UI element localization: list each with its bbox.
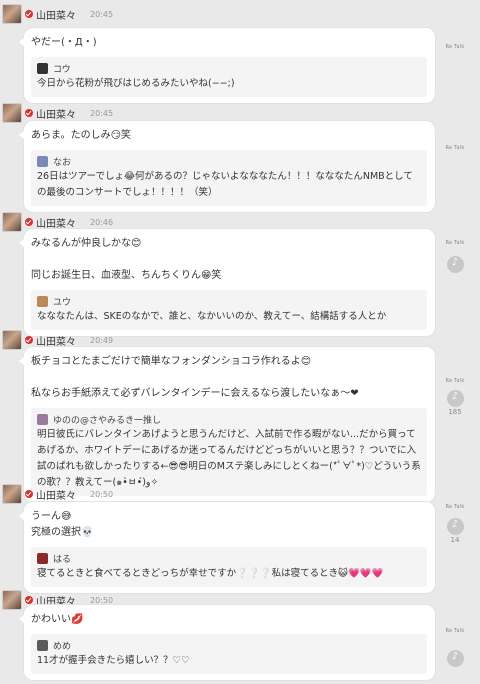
message-text: うーん😅 究極の選択💀 [31, 511, 94, 538]
reply-text: 26日はツアーでしょ😂何があるの？じゃないよなななたん！！！なななたんNMBとし… [37, 171, 413, 198]
reply-avatar [37, 155, 48, 167]
reply-avatar [37, 552, 48, 564]
retalk-button[interactable]: Re Talk [440, 240, 470, 246]
author-name: 山田菜々 [36, 218, 76, 230]
verified-badge-icon [25, 596, 33, 604]
like-count: 14 [450, 536, 460, 544]
reply-user: ユウ [53, 297, 72, 308]
like-icon [446, 390, 464, 407]
like-icon [446, 256, 464, 273]
post-time: 20:46 [90, 217, 114, 227]
reply-text: 明日彼氏にバレンタインあげようと思うんだけど、入試前で作る暇がない...だから買… [37, 429, 421, 488]
verified-badge-icon [25, 218, 33, 226]
like-button[interactable]: 185 [440, 390, 470, 416]
avatar[interactable] [2, 484, 22, 504]
verified-badge-icon [25, 336, 33, 344]
reply-text: 寝てるときと食べてるときどっちが幸せですか❔❔❔私は寝てるとき😺💗💗💗 [37, 568, 384, 579]
reply-text: 今日から花粉が飛びはじめるみたいやね(−−;) [37, 78, 235, 89]
retalk-button[interactable]: Re Talk [440, 44, 470, 50]
retalk-label: Re Talk [445, 378, 465, 384]
quoted-reply: はる 寝てるときと食べてるときどっちが幸せですか❔❔❔私は寝てるとき😺💗💗💗 [31, 547, 427, 587]
author-name: 山田菜々 [36, 336, 76, 348]
message-text: かわいい💋 [31, 614, 84, 625]
like-count: 185 [448, 408, 462, 416]
post-time: 20:50 [90, 489, 114, 499]
message-bubble: かわいい💋 めめ 11才が握手会きたら嬉しい？？♡♡ [19, 605, 435, 680]
avatar[interactable] [2, 330, 22, 350]
retalk-button[interactable]: Re Talk [440, 628, 470, 634]
reply-avatar [37, 639, 48, 651]
retalk-label: Re Talk [445, 44, 465, 50]
reply-user: なお [53, 157, 72, 168]
message-text: やだー(・Д・) [31, 37, 97, 48]
like-button[interactable]: 14 [440, 518, 470, 544]
retalk-button[interactable]: Re Talk [440, 378, 470, 384]
message-text: みなるんが仲良しかな😊 同じお誕生日、血液型、ちんちくりん😁笑 [31, 238, 222, 281]
retalk-label: Re Talk [445, 628, 465, 634]
post-time: 20:50 [90, 595, 114, 605]
like-icon [446, 650, 464, 667]
like-icon [446, 518, 464, 535]
quoted-reply: コウ 今日から花粉が飛びはじめるみたいやね(−−;) [31, 57, 427, 97]
message-bubble: やだー(・Д・) コウ 今日から花粉が飛びはじめるみたいやね(−−;) [19, 28, 435, 103]
avatar[interactable] [2, 4, 22, 24]
reply-avatar [37, 62, 48, 74]
post-time: 20:45 [90, 108, 114, 118]
message-bubble: あらま。たのしみ😏笑 なお 26日はツアーでしょ😂何があるの？じゃないよなななた… [19, 121, 435, 212]
message-text: あらま。たのしみ😏笑 [31, 130, 132, 141]
message-bubble: 板チョコとたまごだけで簡単なフォンダンショコラ作れるよ😊 私ならお手紙添えて必ず… [19, 347, 435, 502]
avatar[interactable] [2, 212, 22, 232]
quoted-reply: なお 26日はツアーでしょ😂何があるの？じゃないよなななたん！！！なななたんNM… [31, 150, 427, 206]
verified-badge-icon [25, 490, 33, 498]
like-button[interactable] [440, 650, 470, 667]
reply-text: 11才が握手会きたら嬉しい？？♡♡ [37, 655, 190, 666]
reply-text: なななたんは、SKEのなかで、誰と、なかいいのか、教えてー、結構話する人とか [37, 311, 387, 322]
reply-user: ゆのの@さやみるき一推し [53, 415, 162, 426]
retalk-button[interactable]: Re Talk [440, 145, 470, 151]
post-header: 山田菜々 20:45 [2, 4, 113, 24]
post-header: 山田菜々 20:45 [2, 103, 113, 123]
message-bubble: みなるんが仲良しかな😊 同じお誕生日、血液型、ちんちくりん😁笑 ユウ なななたん… [19, 229, 435, 336]
quoted-reply: めめ 11才が握手会きたら嬉しい？？♡♡ [31, 634, 427, 674]
reply-user: めめ [53, 641, 72, 652]
author-name: 山田菜々 [36, 109, 76, 121]
author-name: 山田菜々 [36, 10, 76, 22]
post-time: 20:49 [90, 335, 114, 345]
author-name: 山田菜々 [36, 490, 76, 502]
retalk-label: Re Talk [445, 504, 465, 510]
avatar[interactable] [2, 103, 22, 123]
verified-badge-icon [25, 109, 33, 117]
verified-badge-icon [25, 10, 33, 18]
reply-avatar [37, 295, 48, 307]
reply-user: コウ [53, 64, 71, 75]
message-bubble: うーん😅 究極の選択💀 はる 寝てるときと食べてるときどっちが幸せですか❔❔❔私… [19, 502, 435, 593]
reply-avatar [37, 413, 48, 425]
quoted-reply: ユウ なななたんは、SKEのなかで、誰と、なかいいのか、教えてー、結構話する人と… [31, 290, 427, 330]
avatar[interactable] [2, 590, 22, 610]
retalk-label: Re Talk [445, 145, 465, 151]
retalk-label: Re Talk [445, 240, 465, 246]
retalk-button[interactable]: Re Talk [440, 504, 470, 510]
like-button[interactable] [440, 256, 470, 273]
post-time: 20:45 [90, 9, 114, 19]
message-text: 板チョコとたまごだけで簡単なフォンダンショコラ作れるよ😊 私ならお手紙添えて必ず… [31, 356, 359, 399]
post-header: 山田菜々 20:50 [2, 484, 113, 504]
quoted-reply: ゆのの@さやみるき一推し 明日彼氏にバレンタインあげようと思うんだけど、入試前で… [31, 408, 427, 496]
reply-user: はる [53, 554, 72, 565]
